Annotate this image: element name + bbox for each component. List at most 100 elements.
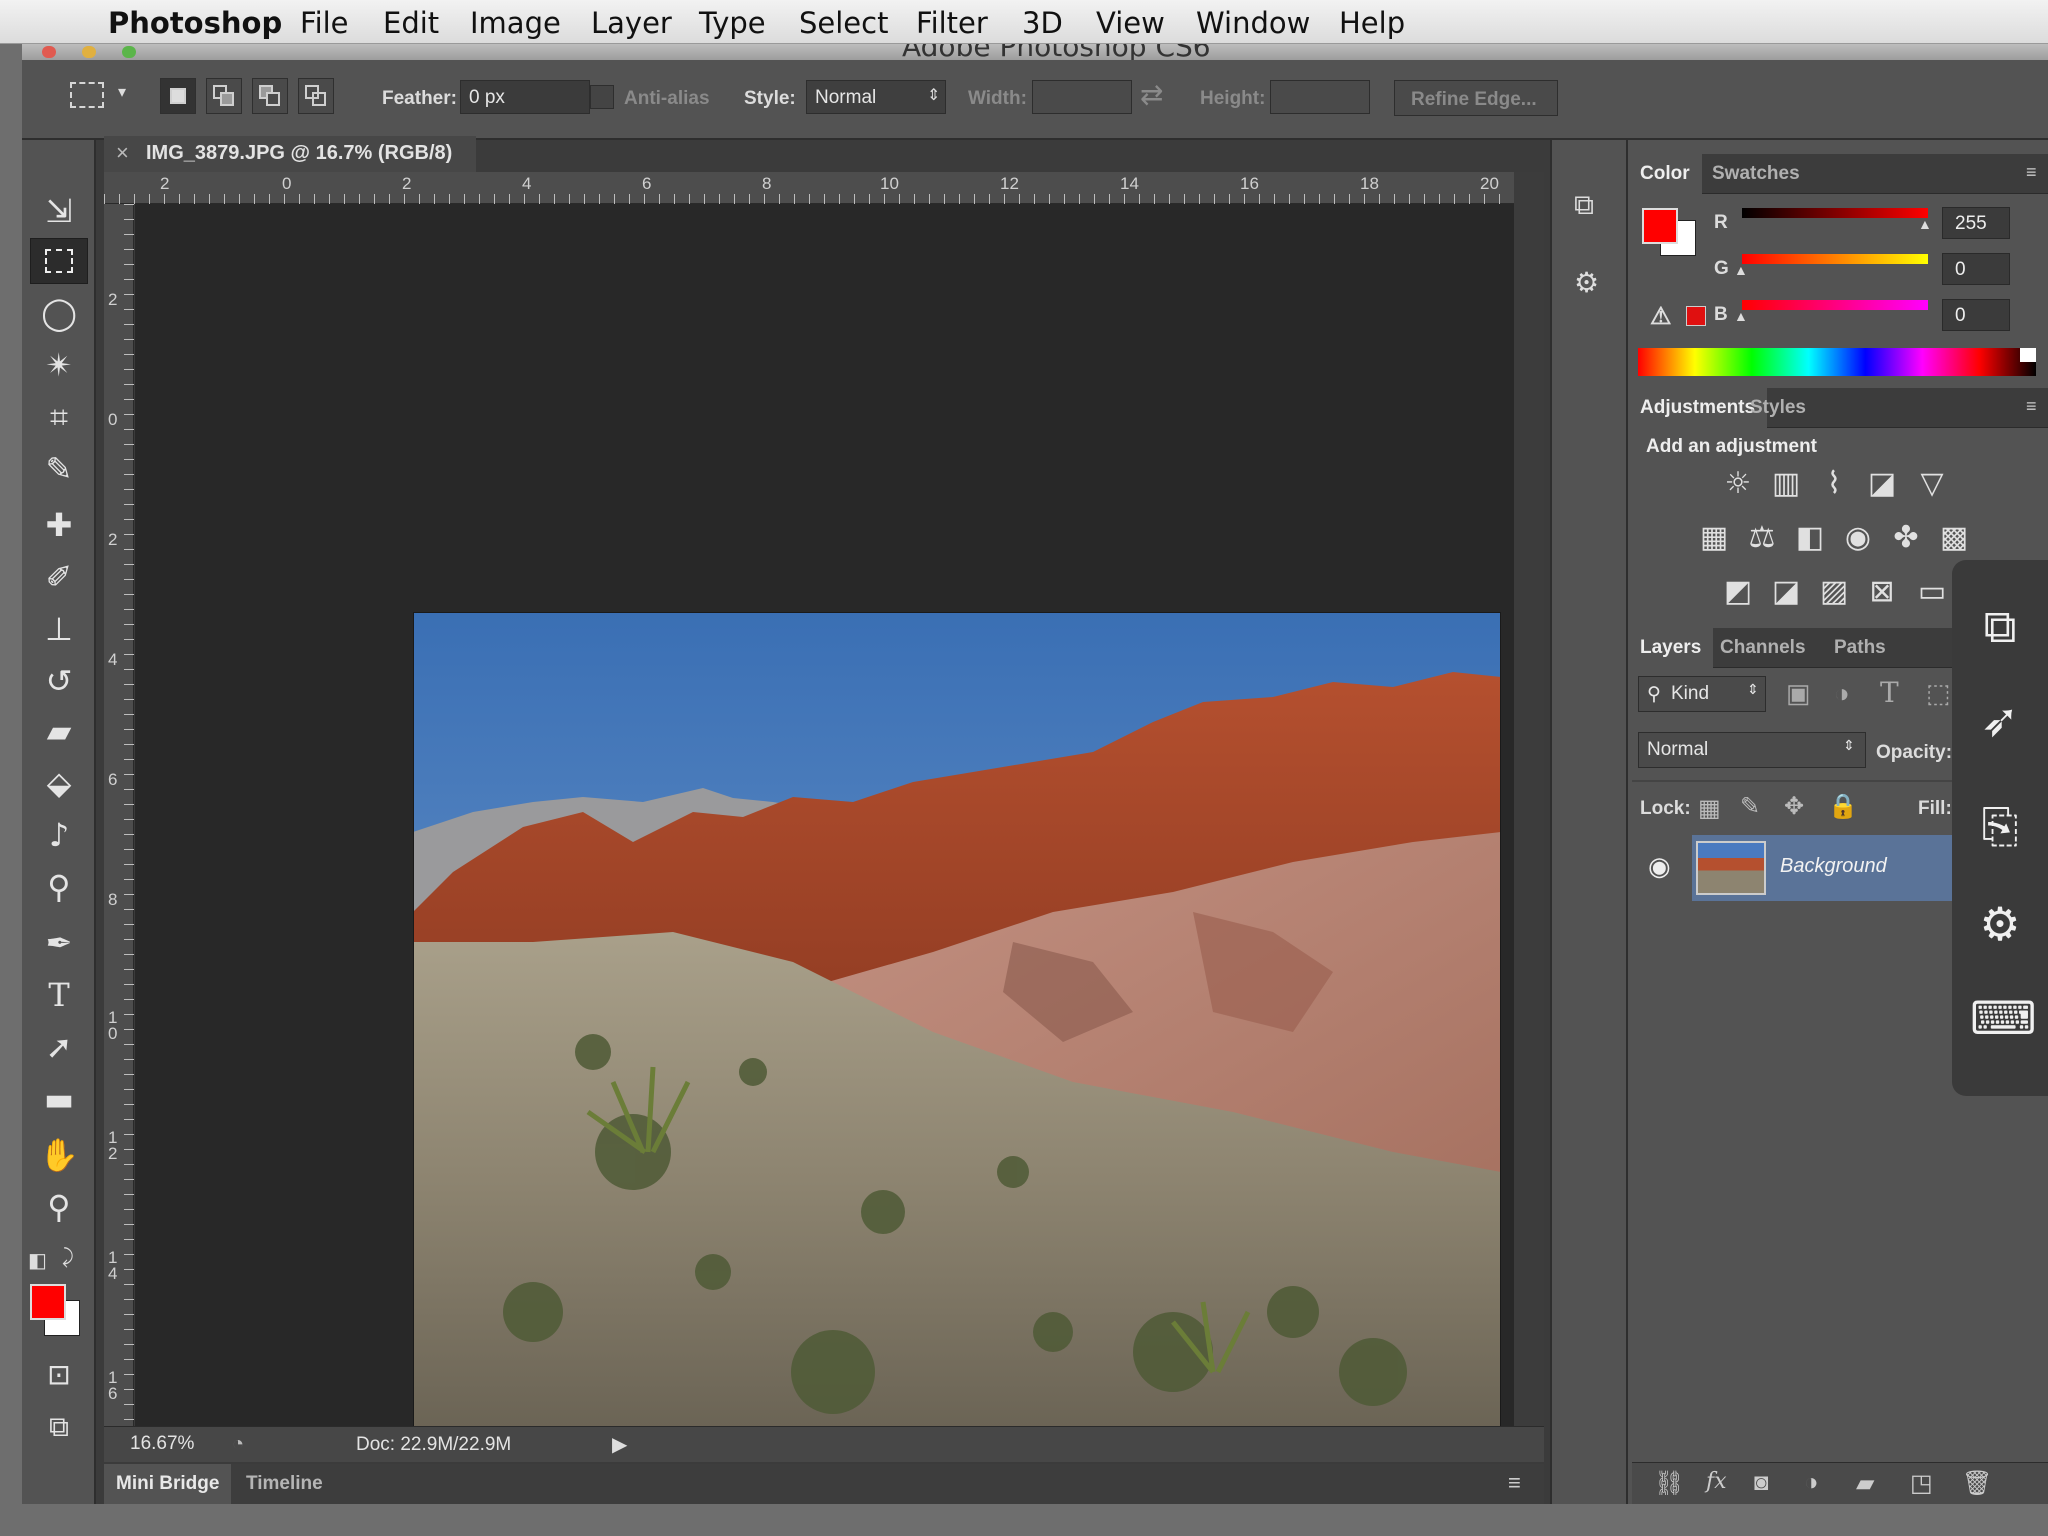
add-to-selection-button[interactable] [206, 78, 242, 114]
style-select[interactable]: Normal ⇕ [806, 80, 946, 114]
panel-menu-icon[interactable]: ≡ [2026, 396, 2037, 417]
tab-channels[interactable]: Channels [1708, 628, 1818, 668]
zoom-lens-tool-icon[interactable]: ⚲ [30, 864, 88, 910]
g-slider[interactable] [1742, 254, 1928, 264]
color-balance-icon[interactable]: ⚖ [1742, 518, 1782, 558]
posterize-icon[interactable]: ◪ [1766, 572, 1806, 612]
photo-filter-icon[interactable]: ◉ [1838, 518, 1878, 558]
subtract-from-selection-button[interactable] [252, 78, 288, 114]
selective-color-icon[interactable]: ⊠ [1862, 572, 1902, 612]
refine-edge-button[interactable]: Refine Edge... [1394, 80, 1558, 116]
intersect-selection-button[interactable] [298, 78, 334, 114]
swap-width-height-icon[interactable]: ⇄ [1140, 78, 1163, 111]
channel-mixer-icon[interactable]: ✤ [1886, 518, 1926, 558]
magic-wand-tool-icon[interactable]: ✴ [30, 342, 88, 388]
menu-type[interactable]: Type [699, 6, 766, 40]
brightness-contrast-icon[interactable]: ☼ [1718, 464, 1758, 504]
menu-app-photoshop[interactable]: Photoshop [108, 6, 282, 40]
layer-name[interactable]: Background [1780, 855, 1887, 878]
r-slider-thumb[interactable]: ▲ [1918, 216, 1932, 232]
delete-layer-icon[interactable]: 🗑 [1962, 1469, 1992, 1498]
menu-filter[interactable]: Filter [916, 6, 988, 40]
minimize-window-button[interactable] [82, 46, 96, 58]
curves-icon[interactable]: ⌇ [1814, 464, 1854, 504]
landscape-photo[interactable] [413, 612, 1501, 1428]
eyedropper-tool-icon[interactable]: ✎ [30, 446, 88, 492]
document-canvas[interactable] [135, 204, 1514, 1428]
foreground-color-swatch[interactable] [30, 1284, 66, 1320]
close-document-icon[interactable]: × [116, 140, 129, 166]
menu-edit[interactable]: Edit [383, 6, 439, 40]
filter-pixel-layers-icon[interactable]: ▣ [1786, 678, 1811, 709]
chevron-down-icon[interactable]: ▾ [118, 82, 126, 102]
color-lookup-icon[interactable]: ▩ [1934, 518, 1974, 558]
new-adjustment-layer-icon[interactable]: ◑ [1804, 1469, 1819, 1497]
exposure-icon[interactable]: ◪ [1862, 464, 1902, 504]
layer-kind-filter[interactable]: ⚲ Kind ⇕ [1638, 676, 1766, 712]
rectangle-tool-icon[interactable]: ▬ [30, 1076, 88, 1122]
history-brush-tool-icon[interactable]: ↺ [30, 658, 88, 704]
menu-file[interactable]: File [300, 6, 349, 40]
tab-timeline[interactable]: Timeline [234, 1464, 335, 1504]
zoom-window-button[interactable] [122, 46, 136, 58]
b-value-input[interactable]: 0 [1942, 299, 2010, 331]
zoom-tool-icon[interactable]: ⚲ [30, 1184, 88, 1230]
menu-view[interactable]: View [1096, 6, 1165, 40]
windows-icon[interactable]: ⧉ [1970, 596, 2030, 656]
path-selection-tool-icon[interactable]: ➚ [30, 1024, 88, 1070]
gamut-color-swatch[interactable] [1686, 306, 1706, 326]
dodge-tool-icon[interactable]: ♪ [30, 812, 88, 858]
status-menu-arrow-icon[interactable]: ▶ [612, 1432, 627, 1457]
out-of-gamut-warning-icon[interactable]: ⚠ [1650, 302, 1672, 331]
menu-select[interactable]: Select [799, 6, 888, 40]
swap-colors-icon[interactable]: ⤸ [62, 1246, 74, 1269]
add-mask-icon[interactable]: ◙ [1754, 1469, 1769, 1497]
g-value-input[interactable]: 0 [1942, 253, 2010, 285]
lock-all-icon[interactable]: 🔒 [1828, 792, 1858, 821]
new-layer-icon[interactable]: ◳ [1910, 1469, 1933, 1498]
properties-panel-icon[interactable]: ⚙ [1574, 266, 1599, 299]
keyboard-icon[interactable]: ⌨ [1970, 988, 2036, 1048]
filter-type-layers-icon[interactable]: T [1880, 676, 1899, 709]
spot-healing-tool-icon[interactable]: ✚ [30, 502, 88, 548]
color-panel-foreground-swatch[interactable] [1642, 208, 1678, 244]
screen-mode-icon[interactable]: ⧉ [30, 1404, 88, 1450]
rocket-icon[interactable]: ➶ [1970, 690, 2030, 750]
marquee-preset-icon[interactable] [70, 82, 104, 108]
menu-3d[interactable]: 3D [1022, 6, 1063, 40]
close-window-button[interactable] [42, 46, 56, 58]
tab-layers[interactable]: Layers [1628, 628, 1714, 668]
document-tab[interactable]: × IMG_3879.JPG @ 16.7% (RGB/8) [104, 136, 476, 172]
tab-mini-bridge[interactable]: Mini Bridge [104, 1464, 232, 1504]
levels-icon[interactable]: ▥ [1766, 464, 1806, 504]
link-layers-icon[interactable]: ⛓ [1654, 1469, 1684, 1498]
hue-saturation-icon[interactable]: ▦ [1694, 518, 1734, 558]
tab-color[interactable]: Color [1628, 154, 1702, 194]
tab-styles[interactable]: Styles [1738, 388, 1818, 428]
menu-image[interactable]: Image [470, 6, 561, 40]
move-tool-icon[interactable]: ⇲ [30, 188, 88, 234]
menu-window[interactable]: Window [1196, 6, 1310, 40]
vertical-scrollbar[interactable] [1514, 172, 1544, 1426]
pen-tool-icon[interactable]: ✒ [30, 920, 88, 966]
quick-mask-icon[interactable]: ⊡ [30, 1352, 88, 1398]
menu-layer[interactable]: Layer [591, 6, 672, 40]
filter-shape-layers-icon[interactable]: ⬚ [1926, 678, 1951, 709]
b-slider-thumb[interactable]: ▲ [1734, 308, 1748, 324]
lasso-tool-icon[interactable]: ◯ [30, 290, 88, 336]
spectrum-white-swatch[interactable] [2020, 348, 2036, 362]
b-slider[interactable] [1742, 300, 1928, 310]
lock-transparent-pixels-icon[interactable]: ▦ [1698, 794, 1721, 823]
crop-tool-icon[interactable]: ⌗ [30, 394, 88, 440]
vibrance-icon[interactable]: ▽ [1912, 464, 1952, 504]
zoom-level[interactable]: 16.67% [130, 1433, 194, 1455]
documents-icon[interactable]: ⎘ [1970, 796, 2030, 856]
paint-bucket-tool-icon[interactable]: ⬙ [30, 760, 88, 806]
height-input[interactable] [1270, 80, 1370, 114]
gradient-map-icon[interactable]: ▭ [1912, 572, 1952, 612]
g-slider-thumb[interactable]: ▲ [1734, 262, 1748, 278]
clone-stamp-tool-icon[interactable]: ⊥ [30, 606, 88, 652]
lock-position-icon[interactable]: ✥ [1784, 792, 1804, 821]
filter-adjustment-layers-icon[interactable]: ◑ [1834, 678, 1850, 709]
anti-alias-checkbox[interactable] [590, 85, 614, 109]
